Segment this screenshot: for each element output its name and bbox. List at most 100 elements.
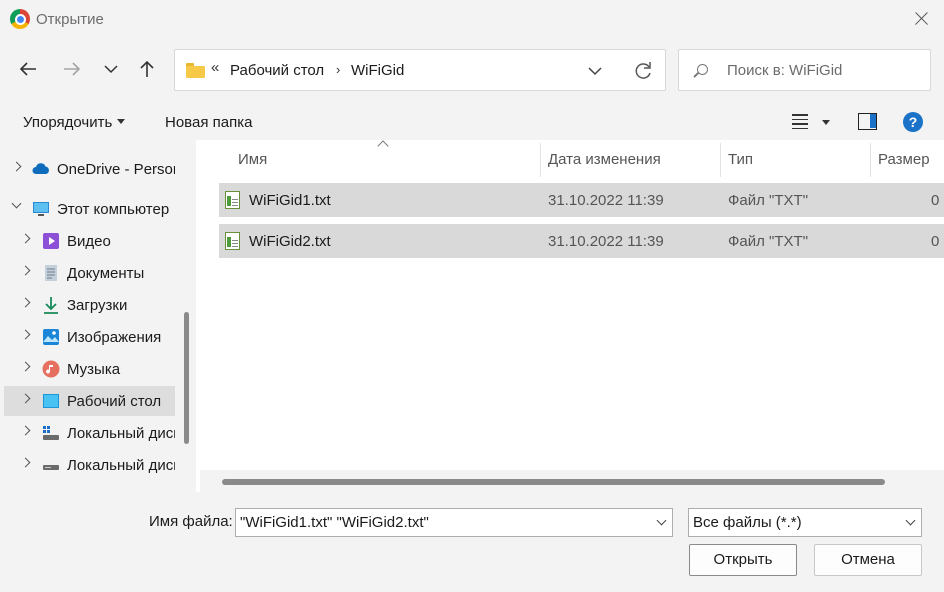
arrow-right-icon: [64, 62, 81, 76]
chevron-down-icon[interactable]: [656, 515, 667, 526]
column-divider[interactable]: [540, 143, 541, 177]
organize-button[interactable]: Упорядочить: [23, 114, 126, 131]
sidebar-item-label: Локальный диск: [67, 425, 175, 442]
breadcrumb-separator[interactable]: ›: [336, 62, 340, 77]
table-row[interactable]: WiFiGid1.txt 31.10.2022 11:39 Файл "TXT"…: [219, 183, 944, 217]
caret-down-icon: [117, 118, 126, 124]
chevron-down-icon: [905, 515, 916, 526]
preview-pane-icon[interactable]: [858, 113, 877, 130]
cancel-button[interactable]: Отмена: [814, 544, 922, 576]
chrome-icon: [10, 9, 30, 29]
forward-button[interactable]: [58, 55, 86, 83]
organize-label: Упорядочить: [23, 114, 113, 131]
arrow-left-icon: [19, 62, 36, 76]
chevron-right-icon: [20, 265, 31, 276]
onedrive-icon: [32, 163, 49, 174]
desktop-icon: [43, 394, 59, 408]
horizontal-scrollbar[interactable]: [222, 479, 885, 485]
chevron-right-icon: [20, 361, 31, 372]
file-date: 31.10.2022 11:39: [548, 233, 664, 250]
new-folder-button[interactable]: Новая папка: [165, 114, 252, 131]
sidebar-scrollbar[interactable]: [184, 312, 189, 444]
column-header-date[interactable]: Дата изменения: [548, 151, 661, 168]
file-type-value: Все файлы (*.*): [693, 514, 802, 531]
search-icon: [697, 64, 708, 75]
sidebar-item-desktop[interactable]: Рабочий стол: [4, 386, 175, 416]
view-dropdown-icon[interactable]: [822, 120, 830, 125]
sort-ascending-icon: [377, 140, 389, 152]
close-button[interactable]: [898, 0, 944, 38]
arrow-up-icon: [140, 60, 154, 77]
view-options-icon[interactable]: [792, 114, 808, 129]
sidebar-item-this-pc[interactable]: Этот компьютер: [4, 194, 175, 224]
refresh-icon: [635, 62, 651, 79]
text-file-icon: [225, 191, 240, 209]
column-header-type[interactable]: Тип: [728, 151, 753, 168]
chevron-down-icon: [588, 67, 602, 76]
back-button[interactable]: [14, 55, 42, 83]
chevron-right-icon: [20, 297, 31, 308]
file-size: 0: [931, 192, 940, 209]
folder-icon: [186, 63, 205, 78]
sidebar-item-label: Этот компьютер: [57, 201, 170, 218]
sidebar-item-label: Музыка: [67, 361, 121, 378]
music-icon: [42, 360, 60, 378]
sidebar-item-label: Рабочий стол: [67, 393, 162, 410]
documents-icon: [45, 265, 57, 281]
file-name: WiFiGid1.txt: [249, 192, 331, 209]
breadcrumb-overflow[interactable]: «: [211, 59, 219, 76]
chevron-right-icon: [20, 457, 31, 468]
file-type: Файл "TXT": [728, 233, 809, 250]
breadcrumb-wifigid[interactable]: WiFiGid: [351, 62, 404, 79]
help-icon[interactable]: ?: [903, 112, 923, 132]
column-header-size[interactable]: Размер: [878, 151, 930, 168]
sidebar-item-images[interactable]: Изображения: [4, 322, 175, 352]
address-dropdown-button[interactable]: [583, 59, 607, 83]
chevron-right-icon: [20, 233, 31, 244]
column-divider[interactable]: [870, 143, 871, 177]
file-list[interactable]: Имя Дата изменения Тип Размер WiFiGid1.t…: [196, 140, 944, 492]
window-title: Открытие: [36, 11, 104, 28]
open-button[interactable]: Открыть: [689, 544, 797, 576]
chevron-right-icon: [20, 425, 31, 436]
file-date: 31.10.2022 11:39: [548, 192, 664, 209]
sidebar-item-label: OneDrive - Personal: [57, 161, 175, 178]
images-icon: [43, 329, 59, 345]
sidebar-item-local-disk-2[interactable]: Локальный диск: [4, 450, 175, 480]
navigation-pane[interactable]: OneDrive - Personal Этот компьютер Видео…: [0, 146, 192, 491]
local-disk-icon: [43, 465, 59, 470]
address-bar[interactable]: « Рабочий стол › WiFiGid: [174, 49, 666, 91]
search-box[interactable]: [678, 49, 931, 91]
search-input[interactable]: [727, 60, 922, 80]
chevron-right-icon: [20, 393, 31, 404]
table-row[interactable]: WiFiGid2.txt 31.10.2022 11:39 Файл "TXT"…: [219, 224, 944, 258]
column-header-name[interactable]: Имя: [238, 151, 267, 168]
video-icon: [43, 233, 59, 249]
chevron-down-icon: [11, 198, 22, 209]
filename-label: Имя файла:: [149, 513, 233, 530]
column-divider[interactable]: [720, 143, 721, 177]
chevron-down-icon: [104, 65, 118, 74]
downloads-icon: [44, 297, 58, 314]
breadcrumb-desktop[interactable]: Рабочий стол: [230, 62, 324, 79]
sidebar-item-local-disk-1[interactable]: Локальный диск: [4, 418, 175, 448]
filename-input[interactable]: [240, 514, 640, 531]
chevron-right-icon: [20, 329, 31, 340]
file-size: 0: [931, 233, 940, 250]
sidebar-item-documents[interactable]: Документы: [4, 258, 175, 288]
filename-combobox[interactable]: [235, 508, 673, 537]
file-type: Файл "TXT": [728, 192, 809, 209]
up-button[interactable]: [133, 55, 161, 83]
sidebar-item-downloads[interactable]: Загрузки: [4, 290, 175, 320]
file-type-select[interactable]: Все файлы (*.*): [688, 508, 922, 537]
sidebar-item-onedrive[interactable]: OneDrive - Personal: [4, 154, 175, 184]
title-bar: Открытие: [0, 0, 944, 38]
sidebar-item-music[interactable]: Музыка: [4, 354, 175, 384]
sidebar-item-video[interactable]: Видео: [4, 226, 175, 256]
recent-locations-button[interactable]: [97, 55, 125, 83]
local-disk-icon: [43, 426, 59, 440]
refresh-button[interactable]: [630, 58, 656, 84]
dialog-footer: Имя файла: Все файлы (*.*) Открыть Отмен…: [0, 492, 944, 592]
sidebar-item-label: Документы: [67, 265, 145, 282]
computer-icon: [33, 202, 49, 216]
